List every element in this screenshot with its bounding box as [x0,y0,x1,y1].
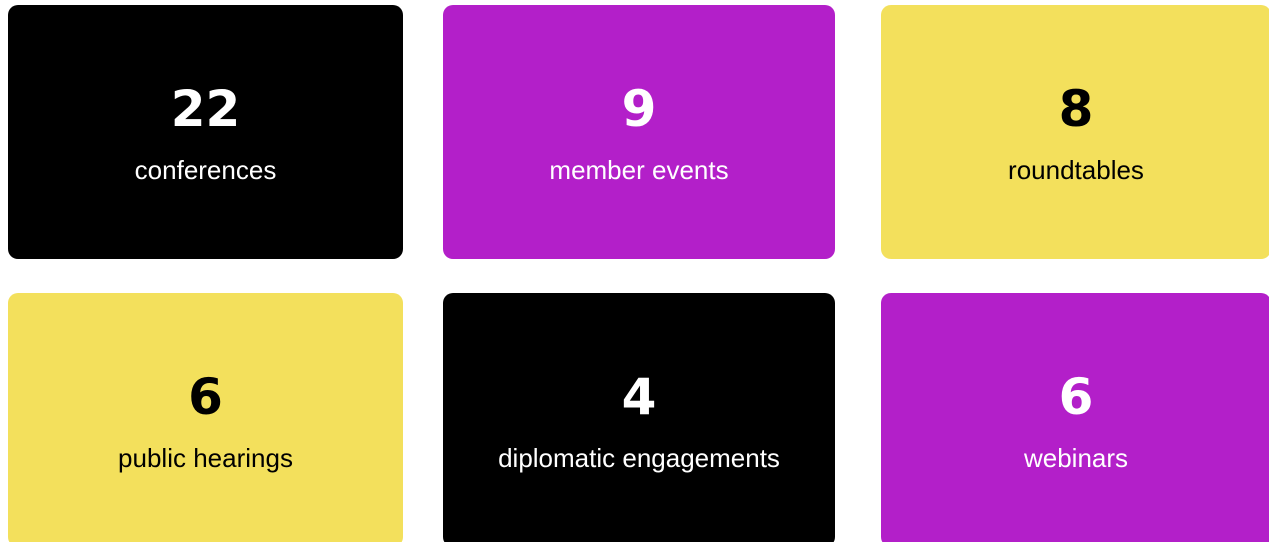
stat-label: member events [549,154,729,185]
stats-grid: 22 conferences 9 member events 8 roundta… [0,0,1269,542]
stat-card-public-hearings: 6 public hearings [8,293,403,542]
stat-value: 4 [621,367,657,426]
stat-value: 8 [1058,79,1094,138]
stat-value: 6 [1058,367,1094,426]
stat-label: diplomatic engagements [498,442,780,473]
stat-label: public hearings [118,442,293,473]
stat-card-roundtables: 8 roundtables [881,5,1269,259]
stat-label: roundtables [1008,154,1144,185]
stat-value: 6 [188,367,223,426]
stat-card-webinars: 6 webinars [881,293,1269,542]
stat-card-diplomatic-engagements: 4 diplomatic engagements [443,293,835,542]
stat-label: conferences [134,154,277,185]
stat-label: webinars [1023,442,1129,473]
stat-card-conferences: 22 conferences [8,5,403,259]
stat-value: 22 [170,79,241,138]
stat-card-member-events: 9 member events [443,5,835,259]
stat-value: 9 [621,79,657,138]
